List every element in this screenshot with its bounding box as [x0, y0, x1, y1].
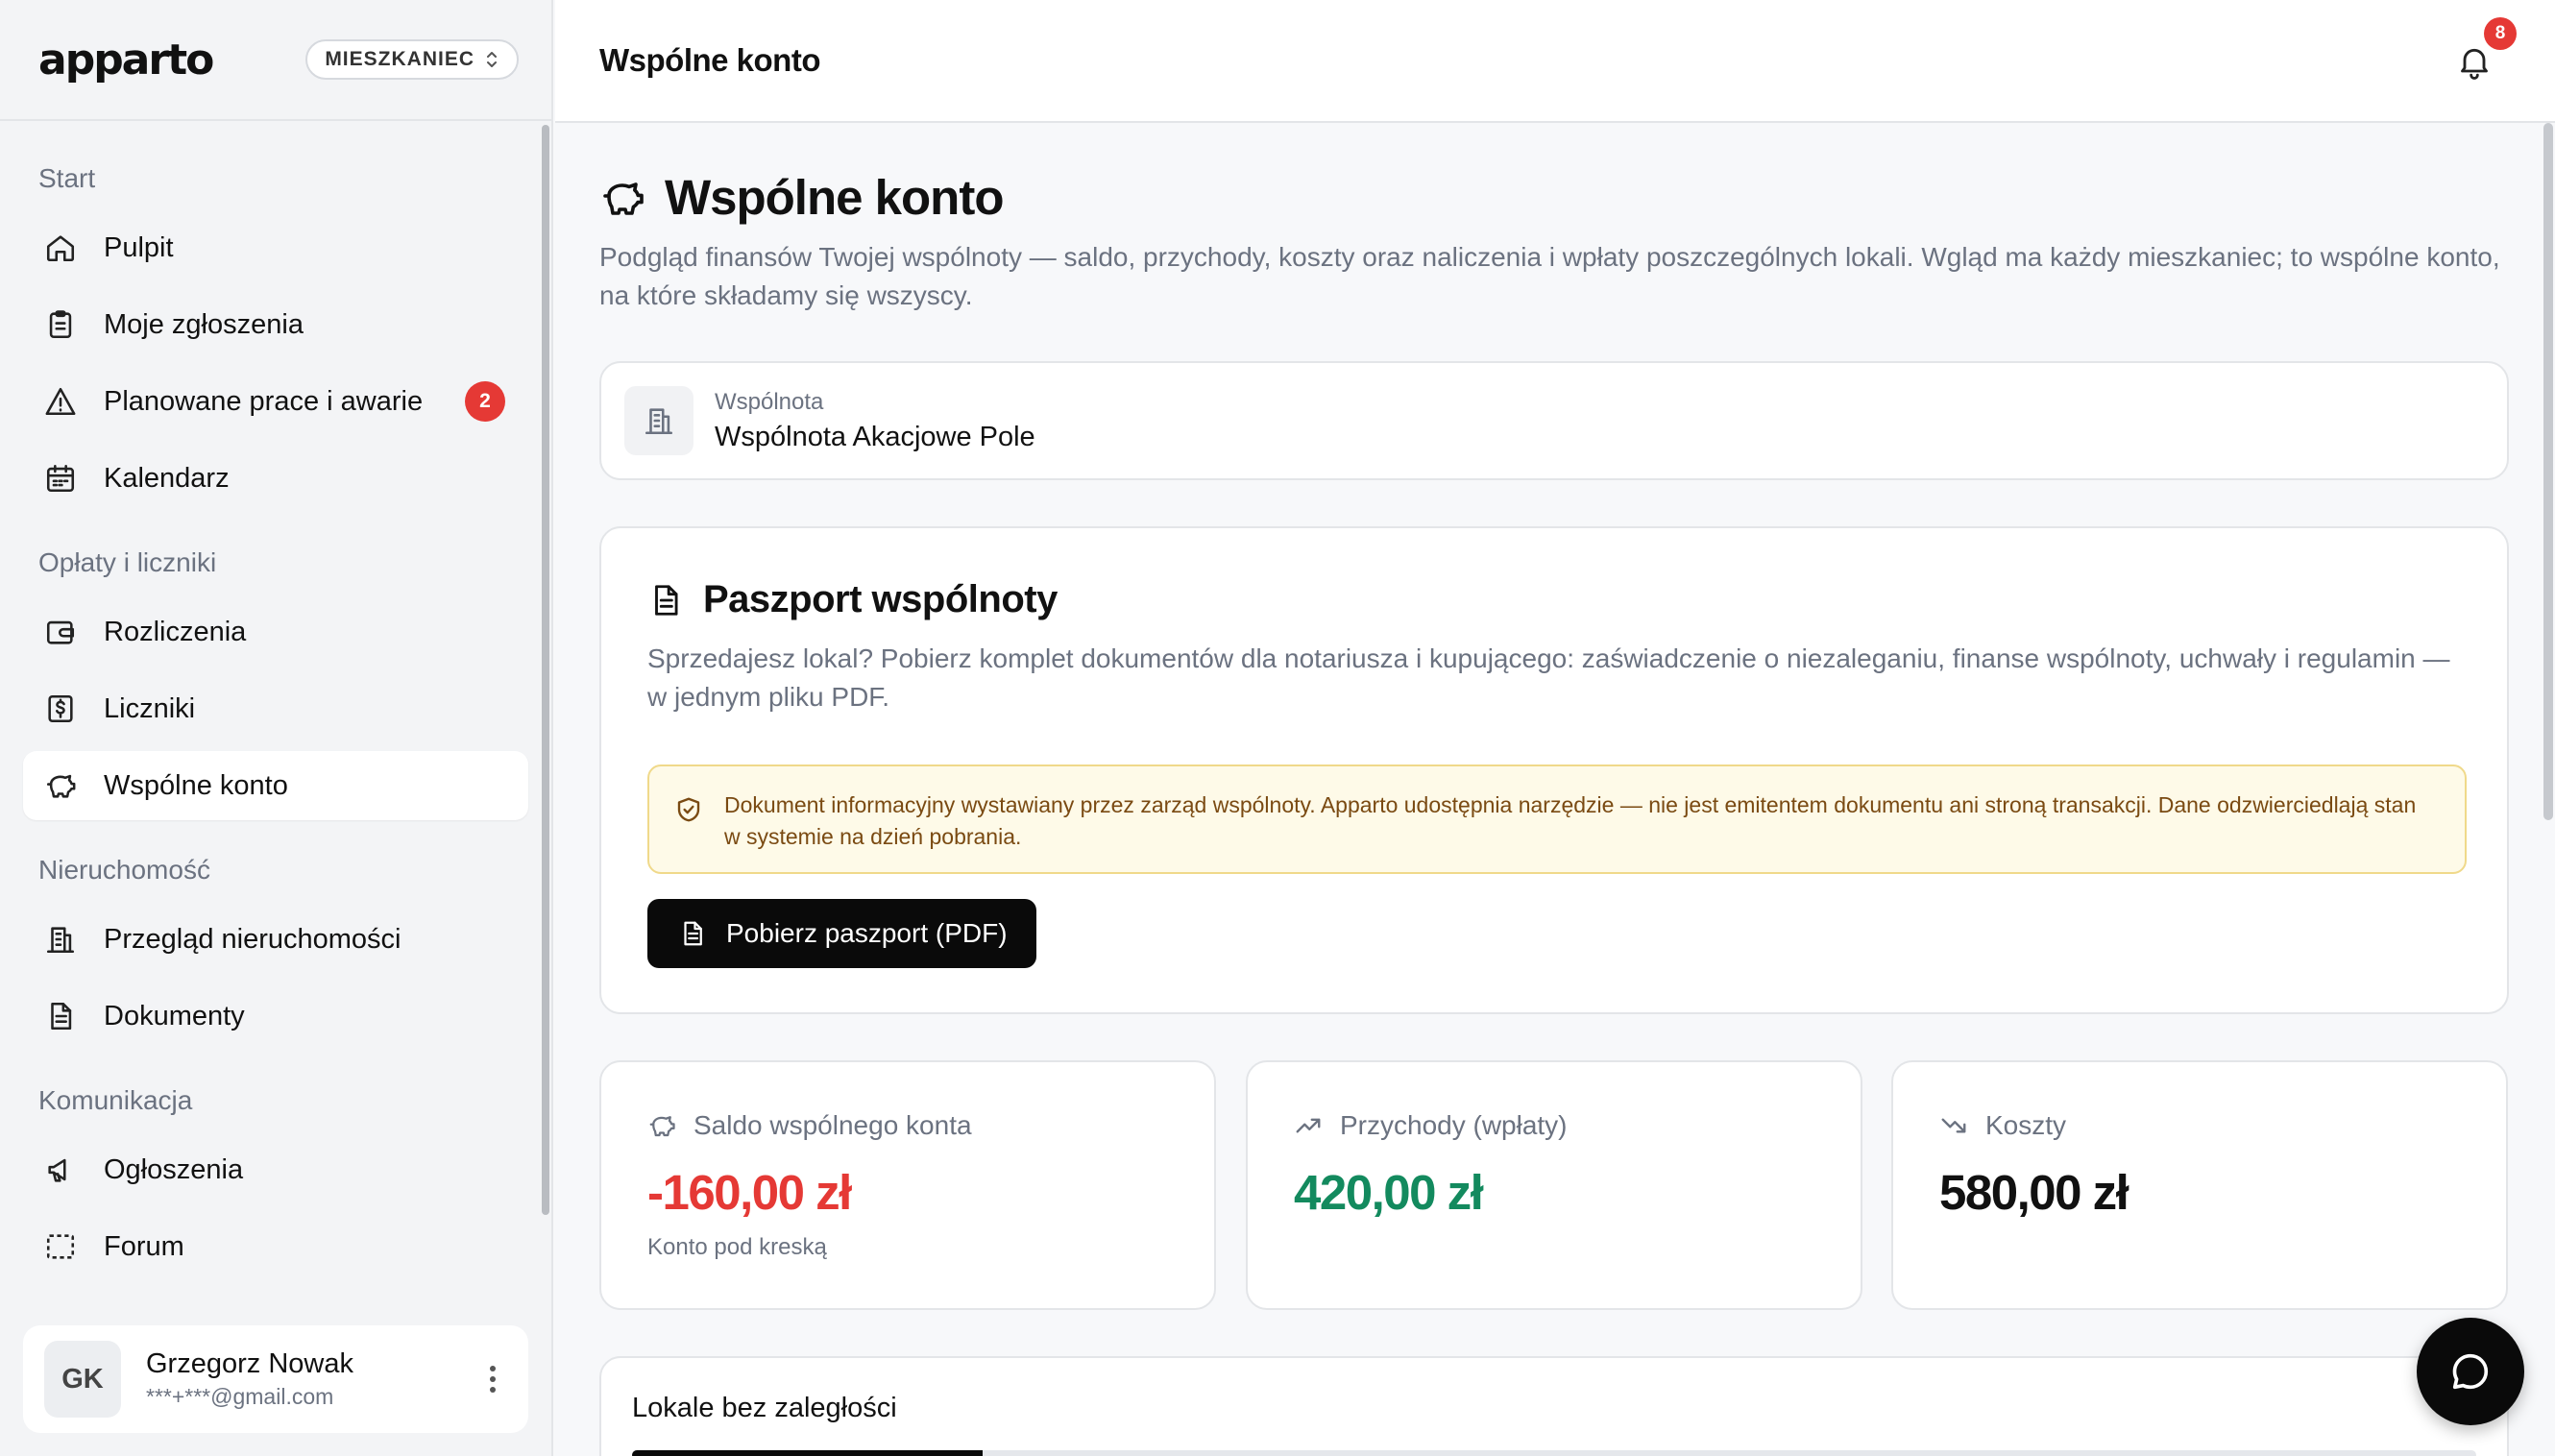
passport-description: Sprzedajesz lokal? Pobierz komplet dokum… — [647, 643, 2450, 712]
sidebar-item-kalendarz[interactable]: Kalendarz — [23, 444, 528, 513]
nav-section-title: Start — [38, 163, 96, 193]
sidebar-item-label: Rozliczenia — [104, 616, 247, 647]
sidebar-item-label: Planowane prace i awarie — [104, 385, 424, 417]
sidebar-header: apparto MIESZKANIEC — [0, 0, 551, 121]
trending-down-icon — [1941, 1118, 1966, 1133]
income-stat-card: Przychody (wpłaty) 420,00 zł — [1246, 1060, 1862, 1310]
download-button-label: Pobierz paszport (PDF) — [726, 918, 1008, 948]
document-icon — [655, 584, 678, 616]
top-bar: Wspólne konto — [555, 0, 2555, 123]
arrears-progress-fill — [632, 1450, 983, 1456]
nav-section-title: Opłaty i liczniki — [38, 547, 217, 577]
home-icon — [44, 231, 77, 264]
sidebar-item-przeglad-nieruchomosci[interactable]: Przegląd nieruchomości — [23, 905, 528, 974]
chat-bubble-icon — [2452, 1353, 2489, 1390]
sidebar-item-label: Przegląd nieruchomości — [104, 923, 402, 955]
costs-stat-card: Koszty 580,00 zł — [1891, 1060, 2508, 1310]
role-selector[interactable]: MIESZKANIEC — [305, 39, 519, 80]
sidebar-item-label: Kalendarz — [104, 462, 230, 494]
user-email: ***+***@gmail.com — [146, 1384, 334, 1409]
income-value: 420,00 zł — [1294, 1165, 1484, 1220]
passport-card: Paszport wspólnoty Sprzedajesz lokal? Po… — [599, 526, 2509, 1014]
notice-text: Dokument informacyjny wystawiany przez z… — [724, 792, 2417, 849]
passport-notice: Dokument informacyjny wystawiany przez z… — [647, 764, 2467, 874]
stat-label: Koszty — [1939, 1110, 2506, 1141]
arrears-progress-bar — [632, 1450, 2476, 1456]
sidebar-item-label: Ogłoszenia — [104, 1153, 244, 1185]
document-icon — [44, 1000, 77, 1032]
trending-up-icon — [1296, 1118, 1321, 1133]
balance-value: -160,00 zł — [647, 1165, 852, 1220]
forum-icon — [44, 1230, 77, 1263]
chat-button[interactable] — [2417, 1318, 2524, 1425]
piggy-bank-icon — [649, 1116, 675, 1137]
document-icon — [684, 921, 702, 946]
nav-section-title: Nieruchomość — [38, 855, 210, 885]
header-title: Wspólne konto — [599, 42, 820, 78]
building-icon — [44, 923, 77, 956]
page-description: Podgląd finansów Twojej wspólnoty — sald… — [599, 242, 2500, 310]
sidebar-scrollbar[interactable] — [542, 125, 549, 1215]
user-card[interactable]: GK Grzegorz Nowak ***+***@gmail.com — [23, 1325, 528, 1433]
megaphone-icon — [44, 1153, 77, 1186]
stat-label-text: Przychody (wpłaty) — [1340, 1110, 1568, 1140]
sidebar: apparto MIESZKANIEC Start Pulpit Moje zg… — [0, 0, 553, 1456]
stat-label: Przychody (wpłaty) — [1294, 1110, 1861, 1141]
sidebar-item-label: Pulpit — [104, 231, 174, 263]
sidebar-item-rozliczenia[interactable]: Rozliczenia — [23, 597, 528, 667]
community-card: Wspólnota Wspólnota Akacjowe Pole — [599, 361, 2509, 480]
sidebar-item-forum[interactable]: Forum — [23, 1212, 528, 1281]
sidebar-item-label: Dokumenty — [104, 1000, 245, 1031]
costs-value: 580,00 zł — [1939, 1165, 2129, 1220]
shield-check-icon — [677, 797, 700, 822]
sidebar-item-label: Moje zgłoszenia — [104, 308, 304, 340]
sidebar-item-liczniki[interactable]: Liczniki — [23, 674, 528, 743]
main-scrollbar[interactable] — [2543, 123, 2553, 820]
balance-stat-card: Saldo wspólnego konta -160,00 zł Konto p… — [599, 1060, 1216, 1310]
sidebar-item-wspolne-konto[interactable]: Wspólne konto — [23, 751, 528, 820]
piggy-bank-icon — [603, 182, 644, 215]
notification-badge: 2 — [465, 381, 505, 422]
sidebar-item-label: Wspólne konto — [104, 769, 288, 801]
user-info: Grzegorz Nowak ***+***@gmail.com — [146, 1348, 353, 1410]
building-icon — [624, 386, 694, 455]
community-name: Wspólnota Akacjowe Pole — [715, 421, 1035, 452]
calendar-icon — [44, 462, 77, 495]
more-vertical-icon[interactable] — [478, 1360, 507, 1398]
notification-count-badge: 8 — [2484, 17, 2517, 50]
community-label: Wspólnota — [715, 388, 824, 415]
download-passport-button[interactable]: Pobierz paszport (PDF) — [647, 899, 1036, 968]
stat-label: Saldo wspólnego konta — [647, 1110, 1214, 1141]
nav-section-title: Komunikacja — [38, 1085, 193, 1115]
stat-label-text: Koszty — [1985, 1110, 2067, 1140]
receipt-icon — [44, 692, 77, 725]
sidebar-nav: Start Pulpit Moje zgłoszenia Planowane p… — [0, 121, 551, 1281]
sidebar-item-planowane-prace[interactable]: Planowane prace i awarie 2 — [23, 367, 528, 436]
piggy-bank-icon — [44, 769, 77, 802]
page-title: Wspólne konto — [665, 170, 1004, 225]
passport-title: Paszport wspólnoty — [703, 578, 1058, 620]
bell-icon[interactable] — [2455, 42, 2494, 81]
arrears-title: Lokale bez zaległości — [632, 1393, 897, 1423]
passport-header: Paszport wspólnoty — [647, 578, 1058, 621]
chevron-up-down-icon — [487, 52, 497, 67]
user-name: Grzegorz Nowak — [146, 1348, 353, 1379]
stat-label-text: Saldo wspólnego konta — [694, 1110, 972, 1140]
sidebar-item-moje-zgloszenia[interactable]: Moje zgłoszenia — [23, 290, 528, 359]
app-logo[interactable]: apparto — [38, 36, 214, 85]
sidebar-item-label: Liczniki — [104, 692, 196, 724]
role-selector-label: MIESZKANIEC — [325, 48, 474, 70]
avatar: GK — [44, 1341, 121, 1418]
sidebar-item-pulpit[interactable]: Pulpit — [23, 213, 528, 282]
page-title-row: Wspólne konto — [599, 169, 1004, 226]
sidebar-item-label: Forum — [104, 1230, 184, 1262]
balance-status: Konto pod kreską — [647, 1234, 827, 1260]
arrears-card: Lokale bez zaległości — [599, 1356, 2509, 1456]
clipboard-icon — [44, 308, 77, 341]
warning-icon — [44, 385, 77, 418]
sidebar-item-dokumenty[interactable]: Dokumenty — [23, 982, 528, 1051]
wallet-icon — [44, 616, 77, 648]
sidebar-item-ogloszenia[interactable]: Ogłoszenia — [23, 1135, 528, 1204]
